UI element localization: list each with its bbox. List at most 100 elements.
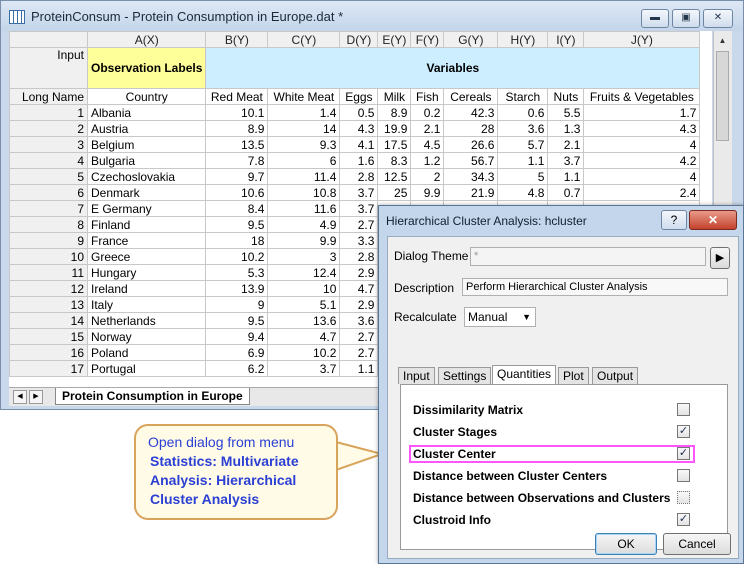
table-cell[interactable]: Italy xyxy=(86,296,207,313)
tab-quantities[interactable]: Quantities xyxy=(492,365,557,384)
row-number[interactable]: 10 xyxy=(9,248,88,265)
dialog-close-button[interactable]: ✕ xyxy=(689,210,737,230)
table-cell[interactable]: 9.3 xyxy=(267,136,341,153)
table-cell[interactable]: 34.3 xyxy=(443,168,499,185)
long-name-cell[interactable]: Fruits & Vegetables xyxy=(583,88,701,105)
table-cell[interactable]: 4.3 xyxy=(339,120,379,137)
table-cell[interactable]: Bulgaria xyxy=(86,152,207,169)
scroll-up-icon[interactable]: ▲ xyxy=(716,34,729,47)
cluster-stages-checkbox[interactable]: ✓ xyxy=(677,425,690,438)
table-cell[interactable]: Belgium xyxy=(86,136,207,153)
table-row[interactable]: 5 Czechoslovakia 9.7 11.4 2.8 12.5 2 34.3 5 1.1 4 xyxy=(9,168,701,185)
table-cell[interactable]: 2.7 xyxy=(339,216,379,233)
table-cell[interactable]: 13.9 xyxy=(205,280,269,297)
row-number[interactable]: 7 xyxy=(9,200,88,217)
table-cell[interactable]: 2 xyxy=(410,168,445,185)
table-cell[interactable]: 4.2 xyxy=(583,152,701,169)
table-cell[interactable]: Poland xyxy=(86,344,207,361)
row-number[interactable]: 9 xyxy=(9,232,88,249)
table-cell[interactable]: 1.6 xyxy=(339,152,379,169)
table-cell[interactable]: 2.7 xyxy=(339,344,379,361)
table-cell[interactable]: 4 xyxy=(583,136,701,153)
row-number[interactable]: 12 xyxy=(9,280,88,297)
tab-settings[interactable]: Settings xyxy=(438,367,492,384)
table-cell[interactable]: 2.7 xyxy=(339,328,379,345)
table-cell[interactable]: 10.8 xyxy=(267,184,341,201)
sheet-tab-protein-consumption[interactable]: Protein Consumption in Europe xyxy=(55,388,250,405)
table-cell[interactable]: Ireland xyxy=(86,280,207,297)
table-cell[interactable]: 10.2 xyxy=(205,248,269,265)
cancel-button[interactable]: Cancel xyxy=(663,533,731,555)
column-header[interactable]: G(Y) xyxy=(443,31,499,48)
table-cell[interactable]: 14 xyxy=(267,120,341,137)
row-number[interactable]: 6 xyxy=(9,184,88,201)
row-number[interactable]: 13 xyxy=(9,296,88,313)
column-header[interactable]: B(Y) xyxy=(205,31,269,48)
table-cell[interactable]: 19.9 xyxy=(377,120,412,137)
table-cell[interactable]: 9.4 xyxy=(205,328,269,345)
long-name-cell[interactable]: Milk xyxy=(377,88,412,105)
table-cell[interactable]: 0.5 xyxy=(339,104,379,121)
table-cell[interactable]: 1.4 xyxy=(267,104,341,121)
column-header[interactable]: C(Y) xyxy=(267,31,341,48)
worksheet-title-bar[interactable]: ProteinConsum - Protein Consumption in E… xyxy=(1,1,743,31)
theme-menu-button[interactable]: ▶ xyxy=(710,247,730,269)
row-number[interactable]: 15 xyxy=(9,328,88,345)
table-cell[interactable]: 5.3 xyxy=(205,264,269,281)
table-cell[interactable]: 3.7 xyxy=(547,152,585,169)
tab-prev-icon[interactable]: ◀ xyxy=(13,390,27,404)
column-header[interactable]: A(X) xyxy=(86,31,207,48)
column-header[interactable]: I(Y) xyxy=(547,31,585,48)
table-cell[interactable]: Austria xyxy=(86,120,207,137)
table-cell[interactable]: 2.4 xyxy=(583,184,701,201)
long-name-cell[interactable]: Nuts xyxy=(547,88,585,105)
long-name-cell[interactable]: Red Meat xyxy=(205,88,269,105)
help-button[interactable]: ? xyxy=(661,210,687,230)
table-cell[interactable]: 0.7 xyxy=(547,184,585,201)
table-cell[interactable]: 0.6 xyxy=(497,104,549,121)
variables-cell[interactable]: Variables xyxy=(205,47,701,89)
table-cell[interactable]: 56.7 xyxy=(443,152,499,169)
table-cell[interactable]: 1.1 xyxy=(339,360,379,377)
tab-plot[interactable]: Plot xyxy=(558,367,589,384)
table-cell[interactable]: 2.1 xyxy=(410,120,445,137)
distance-cluster-centers-checkbox[interactable] xyxy=(677,469,690,482)
table-cell[interactable]: 2.8 xyxy=(339,248,379,265)
tab-output[interactable]: Output xyxy=(592,367,639,384)
table-cell[interactable]: Finland xyxy=(86,216,207,233)
table-row[interactable]: 3 Belgium 13.5 9.3 4.1 17.5 4.5 26.6 5.7 2.1 4 xyxy=(9,136,701,153)
column-header[interactable]: J(Y) xyxy=(583,31,701,48)
table-cell[interactable]: 10.6 xyxy=(205,184,269,201)
cluster-center-checkbox[interactable]: ✓ xyxy=(677,447,690,460)
table-cell[interactable]: Denmark xyxy=(86,184,207,201)
table-cell[interactable]: 10.2 xyxy=(267,344,341,361)
row-number[interactable]: 8 xyxy=(9,216,88,233)
close-button[interactable]: ✕ xyxy=(703,9,733,28)
row-number[interactable]: 17 xyxy=(9,360,88,377)
corner-cell[interactable] xyxy=(9,31,88,48)
observation-labels-cell[interactable]: Observation Labels xyxy=(86,47,207,89)
long-name-cell[interactable]: Fish xyxy=(410,88,445,105)
table-row[interactable]: 1 Albania 10.1 1.4 0.5 8.9 0.2 42.3 0.6 5.5 1.7 xyxy=(9,104,701,121)
table-cell[interactable]: 13.6 xyxy=(267,312,341,329)
table-cell[interactable]: 13.5 xyxy=(205,136,269,153)
table-cell[interactable]: 5.7 xyxy=(497,136,549,153)
table-cell[interactable]: Portugal xyxy=(86,360,207,377)
table-cell[interactable]: 11.6 xyxy=(267,200,341,217)
minimize-button[interactable]: ▬ xyxy=(641,9,669,28)
table-cell[interactable]: 25 xyxy=(377,184,412,201)
table-cell[interactable]: 5.5 xyxy=(547,104,585,121)
table-cell[interactable]: 1.1 xyxy=(547,168,585,185)
table-cell[interactable]: 9.5 xyxy=(205,216,269,233)
table-cell[interactable]: 0.2 xyxy=(410,104,445,121)
clustroid-info-checkbox[interactable]: ✓ xyxy=(677,513,690,526)
distance-observations-clusters-checkbox[interactable] xyxy=(677,491,690,504)
row-number[interactable]: 16 xyxy=(9,344,88,361)
table-cell[interactable]: 1.2 xyxy=(410,152,445,169)
table-cell[interactable]: 5 xyxy=(497,168,549,185)
ok-button[interactable]: OK xyxy=(595,533,657,555)
table-cell[interactable]: 3.7 xyxy=(339,184,379,201)
table-cell[interactable]: 9.9 xyxy=(267,232,341,249)
table-row[interactable]: 2 Austria 8.9 14 4.3 19.9 2.1 28 3.6 1.3 4.3 xyxy=(9,120,701,137)
table-cell[interactable]: 6.9 xyxy=(205,344,269,361)
